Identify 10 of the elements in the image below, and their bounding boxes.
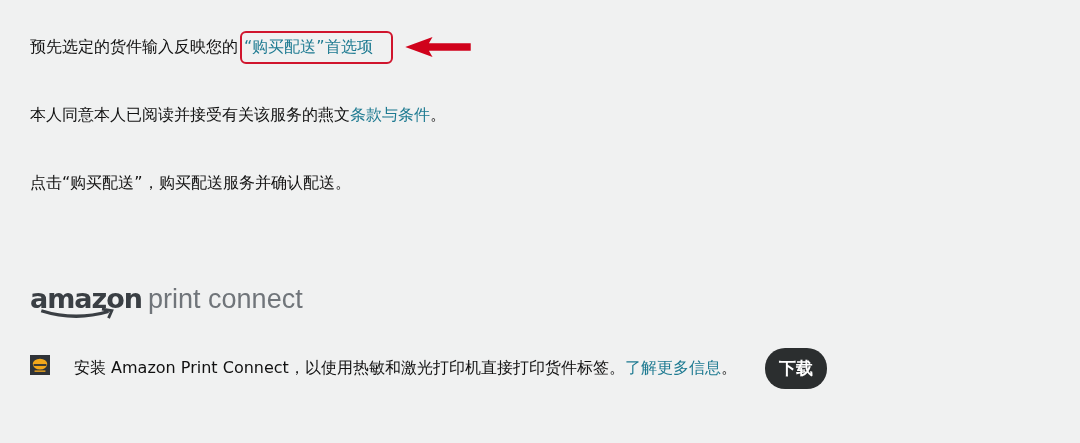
logo: amazon print connect: [30, 284, 303, 320]
download-button[interactable]: 下载: [764, 348, 827, 389]
paragraph-text: 本人同意本人已阅读并接受有关该服务的燕文条款与条件。: [30, 104, 446, 126]
paragraph-text: 点击“购买配送”，购买配送服务并确认配送。: [30, 172, 351, 194]
paragraph-text: 预先选定的货件输入反映您的: [30, 36, 238, 58]
link[interactable]: 条款与条件: [350, 104, 430, 124]
printer-app-icon: [30, 354, 50, 375]
link[interactable]: 了解更多信息: [624, 358, 721, 377]
link[interactable]: “购买配送”首选项: [244, 36, 373, 56]
paragraph-text: 安装 Amazon Print Connect，以使用热敏和激光打印机直接打印货件标签。了解更多信息。: [74, 358, 737, 379]
